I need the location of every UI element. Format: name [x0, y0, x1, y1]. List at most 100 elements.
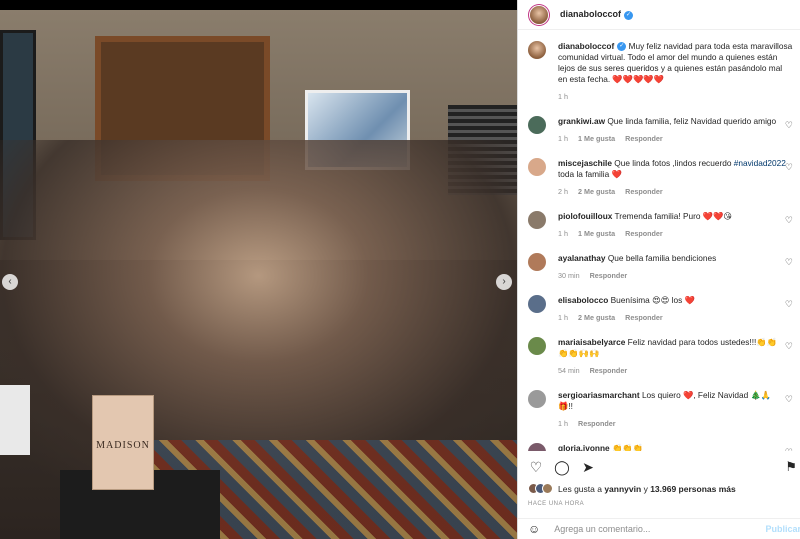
comment-username[interactable]: mariaisabelyarce	[558, 337, 625, 347]
comment-meta: 2 h 2 Me gusta Responder	[558, 186, 786, 197]
comment-meta: 1 h Responder	[558, 418, 786, 429]
comment-time: 2 h	[558, 187, 568, 196]
next-photo-button[interactable]: ›	[496, 274, 512, 290]
share-icon[interactable]: ➤	[580, 459, 596, 476]
publish-button[interactable]: Publicar	[765, 524, 800, 534]
comment-body: piolofouilloux Tremenda familia! Puro ❤️…	[558, 211, 786, 239]
comment-like-icon[interactable]: ♡	[785, 257, 793, 268]
comment-like-icon[interactable]: ♡	[785, 215, 793, 226]
reply-button[interactable]: Responder	[625, 313, 663, 322]
comment-body: sergioariasmarchant Los quiero ❤️, Feliz…	[558, 390, 786, 429]
comment-username[interactable]: piolofouilloux	[558, 211, 612, 221]
comment-time: 1 h	[558, 419, 568, 428]
comment-item: piolofouilloux Tremenda familia! Puro ❤️…	[528, 211, 800, 239]
post-time: HACE UNA HORA	[528, 501, 585, 507]
comment-item: ayalanathay Que bella familia bendicione…	[528, 253, 800, 281]
reply-button[interactable]: Responder	[590, 366, 628, 375]
avatar[interactable]	[530, 5, 548, 24]
comment-avatar[interactable]	[528, 253, 546, 271]
comment-body: gloria.ivonne 👏👏👏1 hResponder	[558, 443, 786, 451]
comment-input[interactable]: Agrega un comentario...	[554, 524, 765, 534]
bookmark-icon[interactable]: ⚑	[785, 459, 797, 475]
likes-prefix: Les gusta a	[558, 483, 602, 494]
verified-icon: ✓	[624, 10, 634, 20]
heart-icon[interactable]: ♡	[528, 459, 544, 476]
comment-body: elisabolocco Buenísima 😍😍 los ❤️ 1 h 2 Me …	[558, 295, 786, 323]
comment-username[interactable]: elisabolocco	[558, 295, 608, 305]
comment-meta: 1 h 1 Me gusta Responder	[558, 228, 786, 239]
comment-like-icon[interactable]: ♡	[785, 299, 793, 310]
comment-text: Que linda familia, feliz Navidad querido…	[607, 116, 777, 126]
caption: dianaboloccof ✓ Muy feliz navidad para to…	[528, 41, 800, 102]
comment-text: Que linda fotos ,lindos recuerdo	[614, 158, 732, 168]
caption-username[interactable]: dianaboloccof	[558, 41, 614, 51]
photo-family-group	[0, 140, 517, 480]
comment-like-icon[interactable]: ♡	[785, 394, 793, 405]
caption-body: dianaboloccof ✓ Muy feliz navidad para to…	[558, 41, 793, 102]
comment-text: Buenísima 😍😍 los ❤️	[610, 295, 695, 305]
comment-like-icon[interactable]: ♡	[785, 162, 793, 173]
liker-avatar	[542, 483, 553, 494]
comment-avatar[interactable]	[528, 158, 546, 176]
post-photo[interactable]: MADISON ‹ ›	[0, 10, 517, 539]
comment-icon[interactable]: ◯	[554, 459, 570, 476]
bag-text: MADISON	[96, 440, 150, 451]
reply-button[interactable]: Responder	[590, 271, 628, 280]
likes-text: Les gusta a yannyvin y 13.969 personas m…	[558, 484, 736, 494]
comment-time: 1 h	[558, 313, 568, 322]
comment-item: miscejaschile Que linda fotos ,lindos re…	[528, 158, 800, 197]
comment-username[interactable]: grankiwi.aw	[558, 116, 605, 126]
comment-avatar[interactable]	[528, 337, 546, 355]
comment-username[interactable]: sergioariasmarchant	[558, 390, 640, 400]
comment-like-icon[interactable]: ♡	[785, 447, 793, 451]
comments-list[interactable]: dianaboloccof ✓ Muy feliz navidad para to…	[518, 31, 800, 451]
comment-item: elisabolocco Buenísima 😍😍 los ❤️ 1 h 2 Me …	[528, 295, 800, 323]
header-username-text[interactable]: dianaboloccof	[560, 9, 621, 19]
comment-username[interactable]: miscejaschile	[558, 158, 612, 168]
comment-avatar[interactable]	[528, 116, 546, 134]
comment-username[interactable]: ayalanathay	[558, 253, 606, 263]
comment-item: mariaisabelyarce Feliz navidad para todo…	[528, 337, 800, 376]
prev-photo-button[interactable]: ‹	[2, 274, 18, 290]
comment-container: grankiwi.aw Que linda familia, feliz Nav…	[528, 116, 800, 451]
likes-user[interactable]: yannyvin	[604, 484, 641, 494]
comment-username[interactable]: gloria.ivonne	[558, 443, 610, 451]
comment-like-icon[interactable]: ♡	[785, 120, 793, 131]
instagram-post-view: MADISON ‹ › dianaboloccof ✓ dianaboloccof…	[0, 0, 800, 539]
comment-body: ayalanathay Que bella familia bendicione…	[558, 253, 786, 281]
comment-likes[interactable]: 1 Me gusta	[578, 229, 615, 238]
reply-button[interactable]: Responder	[625, 134, 663, 143]
add-comment-bar: ☺ Agrega un comentario... Publicar	[518, 518, 800, 539]
comment-avatar[interactable]	[528, 211, 546, 229]
comment-text-cont: toda la familia ❤️	[558, 169, 622, 179]
caption-time: 1 h	[558, 92, 568, 101]
comment-time: 1 h	[558, 229, 568, 238]
likes-count[interactable]: 13.969 personas más	[650, 484, 736, 494]
comment-body: miscejaschile Que linda fotos ,lindos re…	[558, 158, 786, 197]
comment-text: Que bella familia bendiciones	[607, 253, 717, 263]
caption-avatar[interactable]	[528, 41, 546, 59]
emoji-icon[interactable]: ☺	[528, 522, 540, 536]
comment-meta: 1 h 2 Me gusta Responder	[558, 312, 786, 323]
comment-likes[interactable]: 2 Me gusta	[578, 313, 615, 322]
comment-like-icon[interactable]: ♡	[785, 341, 793, 352]
comment-time: 54 min	[558, 366, 580, 375]
comment-item: gloria.ivonne 👏👏👏1 hResponder♡	[528, 443, 800, 451]
comment-likes[interactable]: 2 Me gusta	[578, 187, 615, 196]
comment-avatar[interactable]	[528, 295, 546, 313]
reply-button[interactable]: Responder	[578, 419, 616, 428]
comment-body: mariaisabelyarce Feliz navidad para todo…	[558, 337, 786, 376]
comment-time: 30 min	[558, 271, 580, 280]
comment-likes[interactable]: 1 Me gusta	[578, 134, 615, 143]
top-bar	[0, 0, 517, 10]
comment-hashtag[interactable]: #navidad2022	[734, 158, 786, 168]
action-bar: ♡ ◯ ➤ ⚑	[518, 456, 800, 478]
comment-meta: 1 h 1 Me gusta Responder	[558, 133, 786, 144]
comment-avatar[interactable]	[528, 443, 546, 451]
header-username[interactable]: dianaboloccof ✓	[560, 9, 634, 20]
comment-avatar[interactable]	[528, 390, 546, 408]
reply-button[interactable]: Responder	[625, 229, 663, 238]
verified-icon: ✓	[617, 42, 627, 52]
comment-body: grankiwi.aw Que linda familia, feliz Nav…	[558, 116, 786, 144]
reply-button[interactable]: Responder	[625, 187, 663, 196]
